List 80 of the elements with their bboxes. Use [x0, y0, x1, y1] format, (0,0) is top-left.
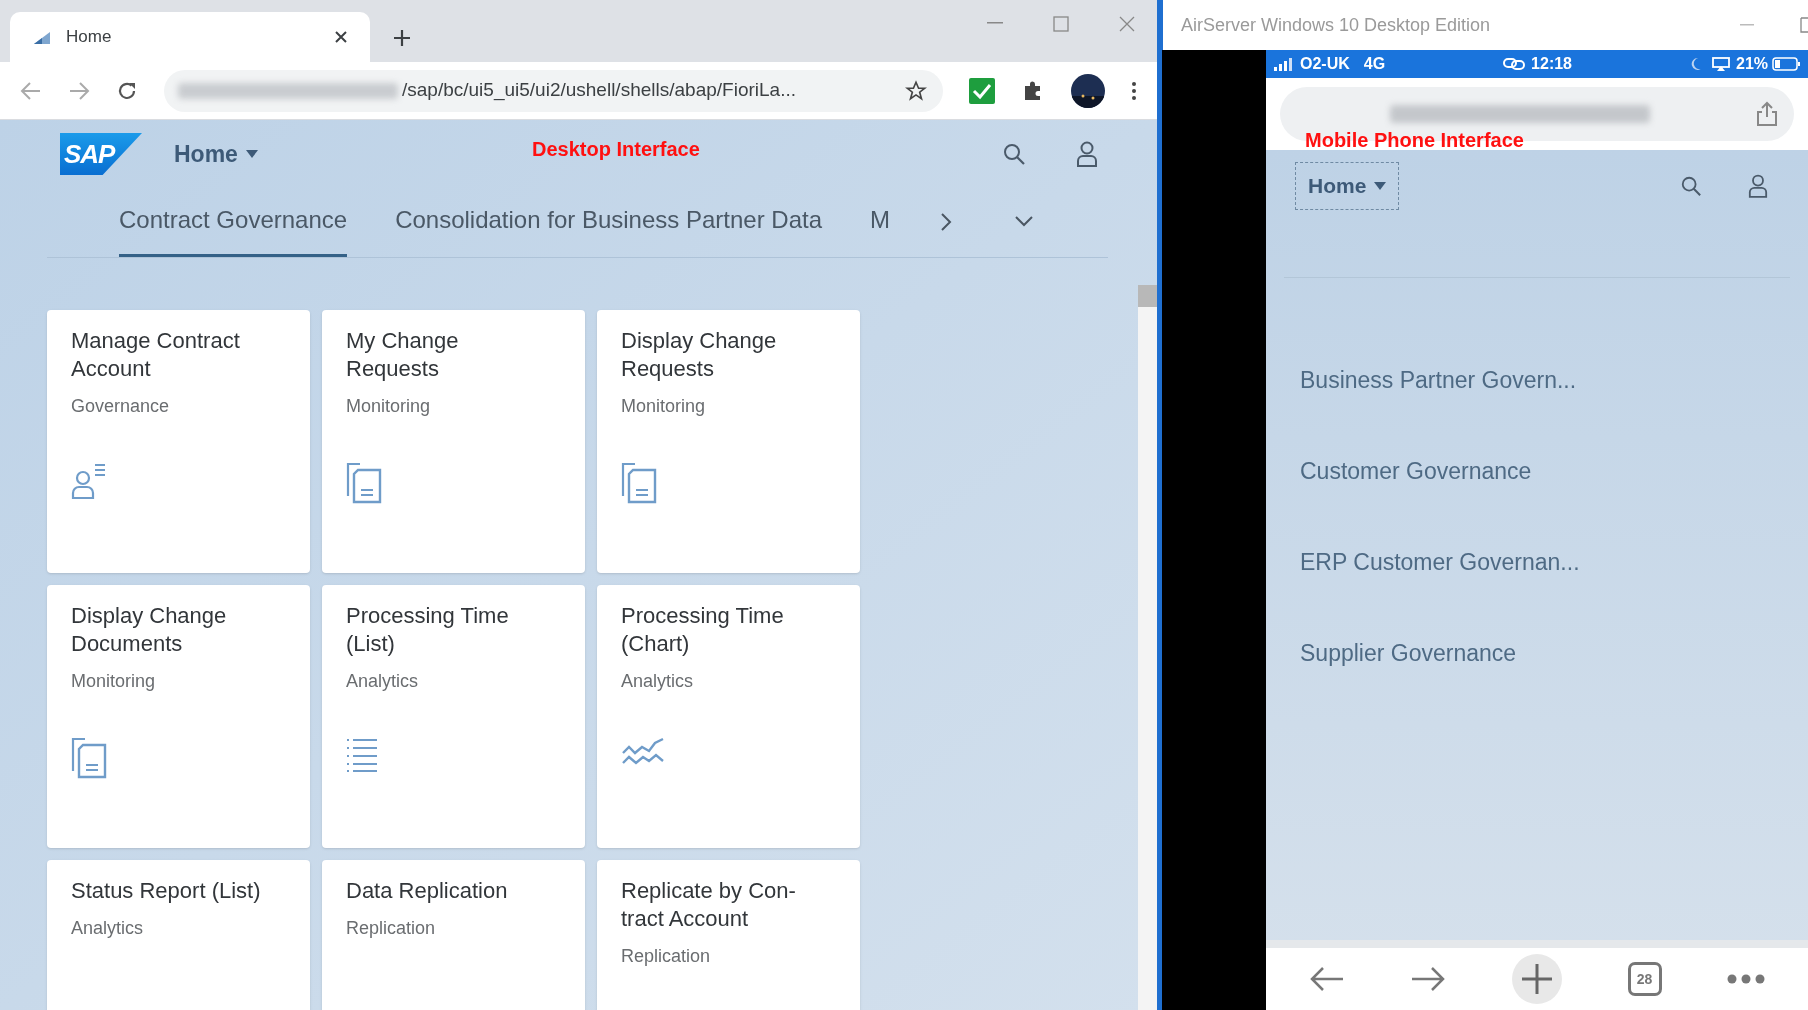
tile-subtitle: Replication [346, 917, 437, 940]
new-tab-icon[interactable] [1512, 954, 1562, 1004]
share-icon[interactable] [1756, 101, 1778, 127]
app-tile[interactable]: Manage Contract Account Governance [47, 310, 310, 573]
home-menu-button[interactable]: Home [174, 136, 258, 172]
battery-icon [1772, 57, 1800, 71]
tab[interactable]: Consolidation for Business Partner Data [395, 202, 822, 257]
person-list-icon [71, 462, 107, 500]
tab-count-button[interactable]: 28 [1627, 962, 1662, 996]
carrier-text: O2-UK [1300, 54, 1350, 74]
tile-subtitle: Governance [71, 395, 171, 418]
search-icon[interactable] [1002, 142, 1026, 166]
home-menu-button[interactable]: Home [1295, 162, 1400, 210]
close-icon[interactable] [334, 30, 348, 44]
bookmark-star-icon[interactable] [905, 79, 927, 102]
clock-text: 12:18 [1531, 54, 1572, 74]
sap-logo[interactable]: SAP [60, 133, 142, 175]
app-tile[interactable]: Display Change Documents Monitoring [47, 585, 310, 848]
tab[interactable]: M [870, 202, 890, 257]
forward-icon[interactable] [1410, 965, 1447, 993]
avatar-icon[interactable] [1071, 73, 1105, 108]
tile-title: Data Replication [346, 877, 509, 905]
screen-mirroring-icon [1712, 57, 1730, 71]
group-item[interactable]: ERP Customer Governan... [1300, 546, 1580, 579]
tile-title: Display Change Documents [71, 602, 228, 658]
tab-title: Home [66, 26, 113, 49]
search-icon[interactable] [1680, 175, 1702, 197]
tab[interactable]: Contract Governance [119, 202, 348, 257]
tile-subtitle: Monitoring [346, 395, 432, 418]
documents-icon [346, 462, 382, 504]
documents-icon [71, 737, 107, 779]
tile-subtitle: Replication [621, 945, 712, 968]
tile-title: Processing Time (Chart) [621, 602, 785, 658]
app-tile[interactable]: Status Report (List) Analytics [47, 860, 310, 1010]
browser-tab[interactable]: Home [10, 12, 370, 62]
tile-subtitle: Monitoring [621, 395, 707, 418]
moon-icon [1690, 57, 1702, 71]
app-tile[interactable]: Processing Time (List) Analytics [322, 585, 585, 848]
maximize-icon[interactable] [1800, 17, 1808, 33]
url-text: /sap/bc/ui5_ui5/ui2/ushell/shells/abap/FioriLa... [402, 78, 797, 103]
back-icon[interactable] [1308, 965, 1345, 993]
more-icon[interactable] [1727, 974, 1766, 984]
network-text: 4G [1363, 54, 1386, 74]
link-icon [1503, 57, 1526, 71]
user-icon[interactable] [1748, 174, 1768, 198]
caret-icon [1374, 182, 1387, 190]
group-item[interactable]: Supplier Governance [1300, 637, 1517, 670]
tile-title: Processing Time (List) [346, 602, 510, 658]
app-tile[interactable]: Data Replication Replication [322, 860, 585, 1010]
documents-icon [621, 462, 657, 504]
chevron-right-icon[interactable] [940, 212, 952, 232]
address-bar[interactable]: /sap/bc/ui5_ui5/ui2/ushell/shells/abap/FioriLa... [164, 69, 943, 112]
caret-icon [245, 150, 258, 158]
menu-icon[interactable] [1131, 80, 1137, 101]
battery-text: 21% [1736, 54, 1768, 74]
signal-icon [1274, 57, 1294, 71]
app-tile[interactable]: My Change Requests Monitoring [322, 310, 585, 573]
list-icon [346, 737, 378, 773]
tile-title: Status Report (List) [71, 877, 262, 905]
scrollbar[interactable] [1138, 285, 1157, 1010]
user-icon[interactable] [1076, 141, 1098, 167]
tile-title: Display Change Requests [621, 327, 778, 383]
group-item[interactable]: Customer Governance [1300, 455, 1532, 488]
tile-title: My Change Requests [346, 327, 460, 383]
chevron-down-icon[interactable] [1014, 215, 1034, 227]
checkmark-extension-icon[interactable] [969, 77, 995, 104]
tile-title: Manage Contract Account [71, 327, 241, 383]
new-tab-icon[interactable] [392, 28, 412, 48]
group-item[interactable]: Business Partner Govern... [1300, 364, 1577, 397]
tile-subtitle: Monitoring [71, 670, 157, 693]
tile-subtitle: Analytics [71, 917, 145, 940]
tile-subtitle: Analytics [621, 670, 695, 693]
annotation-label: Mobile Phone Interface [1305, 128, 1524, 153]
tile-title: Replicate by Con-tract Account [621, 877, 797, 933]
window-title: AirServer Windows 10 Desktop Edition [1181, 13, 1492, 37]
app-tile[interactable]: Replicate by Con-tract Account Replication [597, 860, 860, 1010]
tile-subtitle: Analytics [346, 670, 420, 693]
app-tile[interactable]: Processing Time (Chart) Analytics [597, 585, 860, 848]
annotation-label: Desktop Interface [532, 137, 700, 162]
app-tile[interactable]: Display Change Requests Monitoring [597, 310, 860, 573]
